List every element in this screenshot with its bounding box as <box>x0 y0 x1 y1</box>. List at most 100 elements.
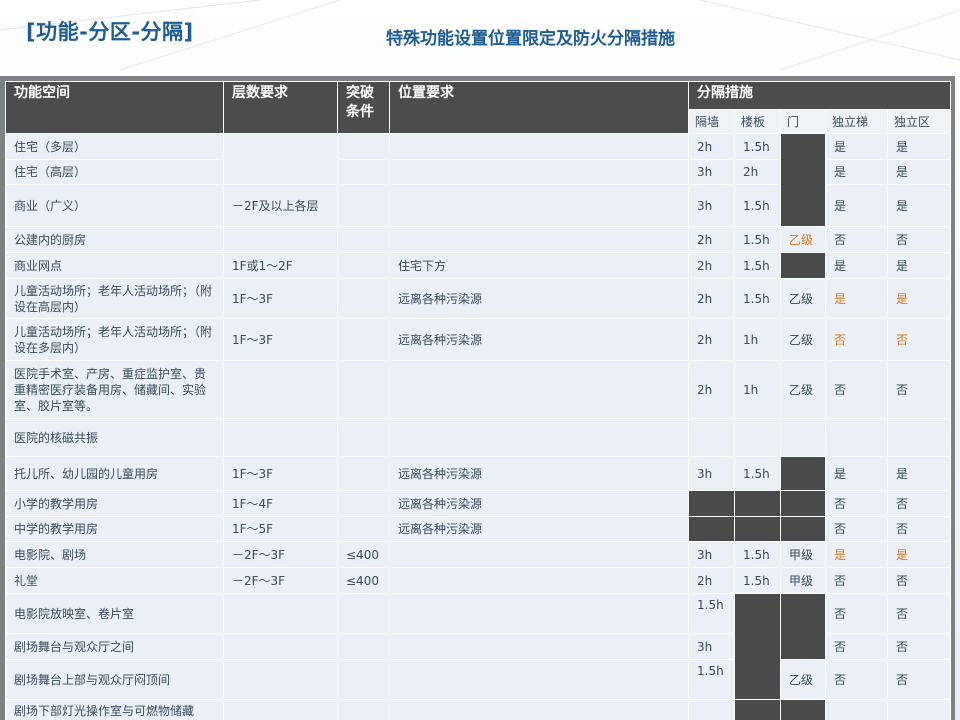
cell-wall: 2h <box>688 252 735 279</box>
cell-location: 远离各种污染源 <box>389 318 689 361</box>
cell-slab: 1h <box>734 318 781 361</box>
table-row: 礼堂 －2F～3F ≤400 2h 1.5h 甲级 否 否 <box>5 567 952 594</box>
subheader-slab: 楼板 <box>734 109 781 134</box>
cell-wall-blank <box>688 516 735 542</box>
cell-floors <box>223 418 338 457</box>
cell-floors <box>223 659 338 700</box>
cell-space: 公建内的厨房 <box>5 226 224 253</box>
cell-cond <box>337 659 390 700</box>
header-separation: 分隔措施 <box>687 81 952 110</box>
cell-zone: 否 <box>886 360 952 419</box>
cell-zone: 是 <box>886 184 952 227</box>
cell-floors: 1F～3F <box>223 456 338 491</box>
table-row: 儿童活动场所；老年人活动场所；（附设在高层内） 1F～3F 远离各种污染源 2h… <box>5 278 952 319</box>
cell-space: 儿童活动场所；老年人活动场所；（附设在高层内） <box>5 278 224 319</box>
cell-zone: 否 <box>886 593 952 634</box>
cell-cond <box>337 633 390 660</box>
cell-floors: －2F及以上各层 <box>223 184 338 227</box>
table-row: 医院手术室、产房、重症监护室、贵重精密医疗装备用房、储藏间、实验室、胶片室等。 … <box>5 360 952 419</box>
cell-slab: 2h <box>734 159 781 185</box>
cell-cond <box>337 184 390 227</box>
cell-floors <box>223 699 338 720</box>
cell-floors <box>223 593 338 634</box>
cell-cond <box>337 252 390 279</box>
subheader-wall: 隔墙 <box>688 109 735 134</box>
cell-door: 乙级 <box>780 318 826 361</box>
cell-wall: 2h <box>688 278 735 319</box>
cell-location <box>389 226 689 253</box>
cell-cond <box>337 418 390 457</box>
table-row: 剧场舞台上部与观众厅闷顶间 1.5h 乙级 否 否 <box>5 659 952 700</box>
cell-floors: 1F或1～2F <box>223 252 338 279</box>
cell-wall: 3h <box>688 184 735 227</box>
table-row: 医院的核磁共振 <box>5 418 952 457</box>
cell-wall: 1.5h <box>688 593 735 634</box>
cell-slab <box>734 418 781 457</box>
cell-space: 剧场舞台与观众厅之间 <box>5 633 224 660</box>
table-row: 托儿所、幼儿园的儿童用房 1F～3F 远离各种污染源 3h 1.5h 是 是 <box>5 456 952 491</box>
subheader-door: 门 <box>780 109 826 134</box>
cell-space: 医院手术室、产房、重症监护室、贵重精密医疗装备用房、储藏间、实验室、胶片室等。 <box>5 360 224 419</box>
cell-slab-blank <box>734 699 781 720</box>
table-row: 电影院放映室、卷片室 1.5h 否 否 <box>5 593 952 700</box>
cell-floors <box>223 633 338 660</box>
cell-stair: 否 <box>825 360 888 419</box>
cell-floors <box>223 360 338 419</box>
cell-zone: 是 <box>886 278 952 319</box>
cell-location: 远离各种污染源 <box>389 278 689 319</box>
cell-zone: 是 <box>886 133 952 160</box>
cell-door: 乙级 <box>780 278 826 319</box>
cell-door-blank <box>780 490 826 517</box>
cell-zone: 否 <box>886 318 952 361</box>
cell-wall: 2h <box>688 567 735 594</box>
cell-location: 住宅下方 <box>389 252 689 279</box>
cell-slab-blank <box>734 593 781 700</box>
cell-door-blank <box>780 252 826 279</box>
cell-wall: 3h <box>688 633 735 660</box>
cell-door-blank <box>780 516 826 542</box>
cell-location <box>389 133 689 160</box>
cell-space: 小学的教学用房 <box>5 490 224 517</box>
table-frame: 功能空间 层数要求 突破条件 位置要求 分隔措施 隔墙 楼板 门 独立梯 独立区… <box>0 76 955 720</box>
cell-zone: 是 <box>886 252 952 279</box>
cell-location <box>389 659 689 700</box>
cell-wall-blank <box>688 490 735 517</box>
cell-door: 乙级 <box>780 659 826 700</box>
cell-stair: 是 <box>825 133 888 160</box>
cell-cond: ≤400 <box>337 541 390 568</box>
cell-cond <box>337 516 390 542</box>
cell-zone: 否 <box>886 659 952 700</box>
subheader-zone: 独立区 <box>886 109 952 134</box>
cell-space: 礼堂 <box>5 567 224 594</box>
header-floors: 层数要求 <box>223 81 338 134</box>
cell-space: 医院的核磁共振 <box>5 418 224 457</box>
table-row: 电影院、剧场 －2F～3F ≤400 3h 1.5h 甲级 是 是 <box>5 541 952 568</box>
header-space: 功能空间 <box>5 81 224 134</box>
cell-floors <box>223 133 338 185</box>
table-row: 中学的教学用房 1F～5F 远离各种污染源 否 否 <box>5 516 952 542</box>
cell-zone: 是 <box>886 541 952 568</box>
cell-door: 乙级 <box>780 226 826 253</box>
cell-location <box>389 541 689 568</box>
cell-space: 电影院放映室、卷片室 <box>5 593 224 634</box>
cell-wall: 2h <box>688 226 735 253</box>
cell-location: 远离各种污染源 <box>389 456 689 491</box>
cell-space: 儿童活动场所；老年人活动场所；（附设在多层内） <box>5 318 224 361</box>
header-breakthrough: 突破条件 <box>337 81 390 134</box>
cell-stair: 否 <box>825 490 888 517</box>
cell-floors: －2F～3F <box>223 541 338 568</box>
cell-door-blank <box>780 456 826 491</box>
cell-wall: 3h <box>688 159 735 185</box>
cell-space: 商业（广义） <box>5 184 224 227</box>
table-row: 商业网点 1F或1～2F 住宅下方 2h 1.5h 是 是 <box>5 252 952 279</box>
cell-slab: 1.5h <box>734 278 781 319</box>
cell-zone: 否 <box>886 226 952 253</box>
cell-location: 远离各种污染源 <box>389 490 689 517</box>
table-row: 公建内的厨房 2h 1.5h 乙级 否 否 <box>5 226 952 253</box>
cell-stair: 是 <box>825 252 888 279</box>
cell-cond <box>337 226 390 253</box>
cell-wall: 2h <box>688 133 735 160</box>
table-row: 住宅（多层） 2h 1.5h 是 是 <box>5 133 952 227</box>
cell-cond <box>337 318 390 361</box>
cell-location: 远离各种污染源 <box>389 516 689 542</box>
